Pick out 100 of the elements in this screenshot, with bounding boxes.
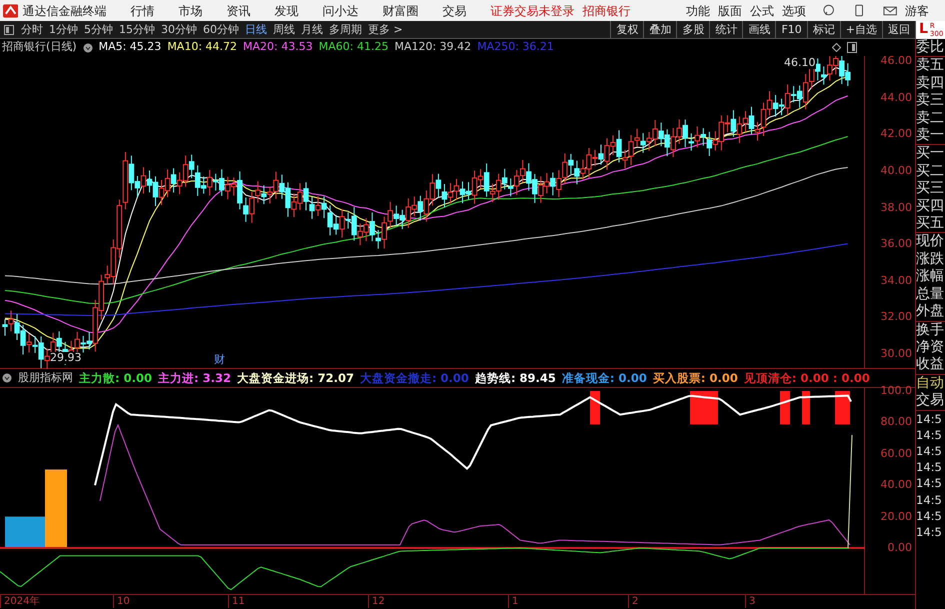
trade-time: 14:5 bbox=[916, 442, 943, 460]
dropdown-icon[interactable] bbox=[2, 373, 12, 383]
toolbar-button[interactable]: 叠加 bbox=[643, 21, 676, 38]
period-tab[interactable]: 更多 > bbox=[365, 21, 406, 38]
user-label[interactable]: 游客 bbox=[905, 2, 930, 20]
signal-bar bbox=[590, 391, 600, 424]
menu-item[interactable]: 选项 bbox=[782, 2, 806, 20]
status-link[interactable]: 招商银行 bbox=[582, 2, 630, 20]
menu-item[interactable]: 问小达 bbox=[322, 2, 358, 20]
toolbar-button[interactable]: 多股 bbox=[676, 21, 710, 38]
chat-icon[interactable] bbox=[822, 4, 836, 17]
low-price-label: 29.93 bbox=[50, 352, 82, 364]
dropdown-icon[interactable] bbox=[82, 42, 93, 52]
signal-bar bbox=[835, 391, 850, 424]
date-tick: 11 bbox=[228, 595, 245, 608]
trade-time: 14:5 bbox=[916, 426, 943, 443]
toolbar-button[interactable]: 复权 bbox=[610, 21, 644, 38]
quote-field-label: 买四 bbox=[916, 198, 945, 216]
indicator-value: 趋势线: 89.45 bbox=[474, 372, 556, 384]
period-tab[interactable]: 月线 bbox=[298, 21, 326, 38]
period-tab[interactable]: 1分钟 bbox=[46, 21, 81, 38]
menu-item[interactable]: 财富圈 bbox=[382, 2, 418, 20]
quote-field-label: 外盘 bbox=[916, 303, 945, 320]
chart-title: 招商银行(日线) bbox=[2, 39, 77, 56]
indicator-value: 主力散: 0.00 bbox=[79, 372, 152, 384]
period-tab[interactable]: 多周期 bbox=[326, 21, 365, 38]
quote-field-label: 收益 bbox=[916, 356, 945, 374]
toolbar-button[interactable]: +自选 bbox=[840, 21, 882, 38]
period-tab[interactable]: 30分钟 bbox=[158, 21, 200, 38]
high-price-label: 46.10 bbox=[784, 57, 816, 69]
price-tick: 34.00 bbox=[880, 272, 912, 288]
menu-item[interactable]: 发现 bbox=[274, 2, 298, 20]
indicator-tick: 100.0 bbox=[880, 382, 912, 399]
event-marker[interactable]: 财 bbox=[214, 354, 225, 366]
menu-item[interactable]: 功能 bbox=[686, 2, 710, 20]
trade-time: 14:5 bbox=[916, 459, 943, 476]
toolbar-button[interactable]: 统计 bbox=[709, 21, 742, 38]
indicator-tick: 40.00 bbox=[880, 476, 912, 493]
trade-time: 14:5 bbox=[916, 524, 943, 540]
period-tab[interactable]: 周线 bbox=[270, 21, 298, 38]
menu-item[interactable]: 交易 bbox=[442, 2, 466, 20]
date-tick: 2 bbox=[628, 595, 638, 608]
price-tick: 30.00 bbox=[880, 346, 912, 362]
auto-trade-label[interactable]: 自动 bbox=[916, 374, 945, 392]
status-link[interactable]: 证券交易未登录 bbox=[490, 2, 574, 20]
mail-icon[interactable] bbox=[882, 4, 898, 17]
trade-time: 14:5 bbox=[916, 492, 943, 508]
date-tick: 12 bbox=[368, 595, 385, 608]
logo-icon[interactable] bbox=[3, 4, 18, 18]
quote-field-label: 买二 bbox=[916, 162, 945, 180]
period-tab[interactable]: 60分钟 bbox=[200, 21, 242, 38]
period-tab[interactable]: 分时 bbox=[18, 21, 46, 38]
quote-field-label: 涨幅 bbox=[916, 268, 945, 286]
trade-label[interactable]: 交易 bbox=[916, 392, 945, 410]
menu-item[interactable]: 市场 bbox=[178, 2, 202, 20]
ma-value: MA120: 39.42 bbox=[394, 39, 472, 56]
date-tick: 1 bbox=[508, 595, 518, 608]
indicator-tick: 60.00 bbox=[880, 446, 912, 462]
indicator-value: 大盘资金撤走: 0.00 bbox=[360, 372, 469, 384]
price-tick: 36.00 bbox=[880, 236, 912, 252]
panel-icon[interactable] bbox=[847, 42, 857, 53]
quote-field-label: 卖二 bbox=[916, 110, 945, 128]
trade-time: 14:5 bbox=[916, 410, 943, 427]
menu-item[interactable]: 行情 bbox=[130, 2, 154, 20]
date-tick: 3 bbox=[745, 595, 756, 608]
ma-value: MA60: 41.25 bbox=[318, 39, 388, 56]
indicator-tick: 0.00 bbox=[888, 540, 912, 556]
date-tick: 2024年 bbox=[0, 595, 40, 608]
indicator-tick: 20.00 bbox=[880, 508, 912, 524]
quote-field-label: 换手 bbox=[916, 322, 945, 339]
menu-item[interactable]: 版面 bbox=[718, 2, 742, 20]
menu-item[interactable]: 资讯 bbox=[226, 2, 250, 20]
indicator-value: 主力进: 3.32 bbox=[158, 372, 231, 384]
price-tick: 46.00 bbox=[880, 52, 912, 69]
signal-bar bbox=[780, 391, 790, 424]
indicator-value: 大盘资金进场: 72.07 bbox=[236, 372, 354, 384]
ma-value: MA250: 36.21 bbox=[477, 39, 554, 56]
period-tab[interactable]: 15分钟 bbox=[116, 21, 158, 38]
app-title: 通达信金融终端 bbox=[22, 2, 106, 20]
price-tick: 42.00 bbox=[880, 126, 912, 142]
ma-value: MA5: 45.23 bbox=[98, 39, 162, 56]
indicator-tick: 80.00 bbox=[880, 414, 912, 430]
period-tab[interactable]: 5分钟 bbox=[81, 21, 116, 38]
signal-bar bbox=[802, 391, 810, 424]
toolbar-button[interactable]: 标记 bbox=[806, 21, 840, 38]
trade-time: 14:5 bbox=[916, 475, 943, 492]
quote-field-label: 买一 bbox=[916, 145, 945, 163]
diamond-icon[interactable] bbox=[832, 43, 841, 52]
quote-field-label: 总量 bbox=[916, 286, 945, 304]
period-tab[interactable]: 日线 bbox=[242, 21, 270, 38]
quote-field-label: 现价 bbox=[916, 233, 945, 251]
price-tick: 32.00 bbox=[880, 309, 912, 326]
quote-field-label: 卖一 bbox=[916, 127, 945, 144]
panel-toggle-icon[interactable] bbox=[4, 24, 14, 34]
toolbar-button[interactable]: F10 bbox=[775, 21, 807, 38]
quote-field-label: 卖五 bbox=[916, 57, 945, 75]
toolbar-button[interactable]: 画线 bbox=[742, 21, 776, 38]
menu-item[interactable]: 公式 bbox=[750, 2, 774, 20]
quote-field-label: 卖三 bbox=[916, 92, 945, 110]
date-tick: 10 bbox=[113, 595, 130, 608]
